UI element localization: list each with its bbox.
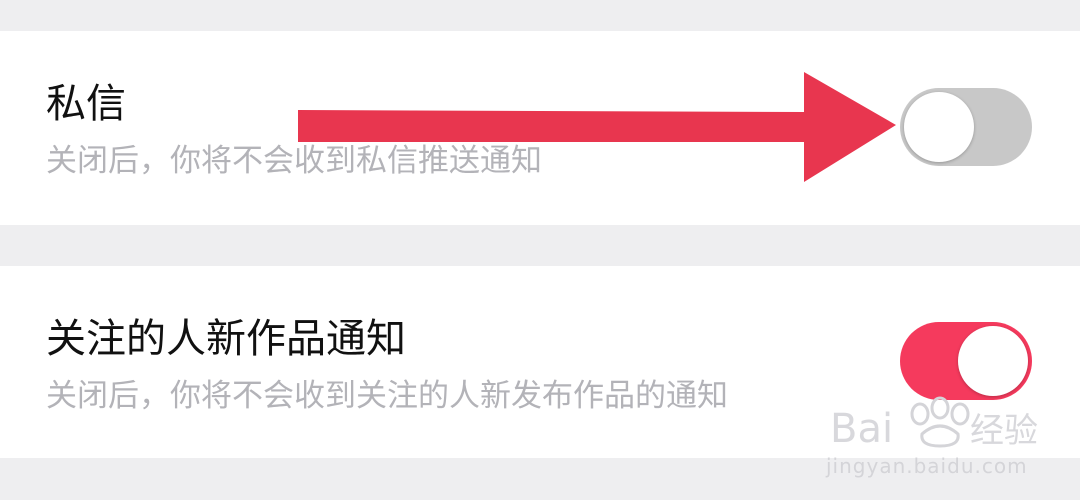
new-works-notification-toggle[interactable] (900, 322, 1032, 400)
setting-description: 关闭后，你将不会收到关注的人新发布作品的通知 (46, 378, 728, 414)
setting-description: 关闭后，你将不会收到私信推送通知 (46, 143, 542, 179)
toggle-knob (958, 326, 1028, 396)
setting-row-private-message: 私信 关闭后，你将不会收到私信推送通知 (0, 31, 1080, 225)
setting-row-new-works-notification: 关注的人新作品通知 关闭后，你将不会收到关注的人新发布作品的通知 (0, 266, 1080, 458)
private-message-toggle[interactable] (900, 88, 1032, 166)
toggle-knob (904, 92, 974, 162)
setting-title: 私信 (46, 81, 126, 127)
setting-title: 关注的人新作品通知 (46, 316, 406, 362)
